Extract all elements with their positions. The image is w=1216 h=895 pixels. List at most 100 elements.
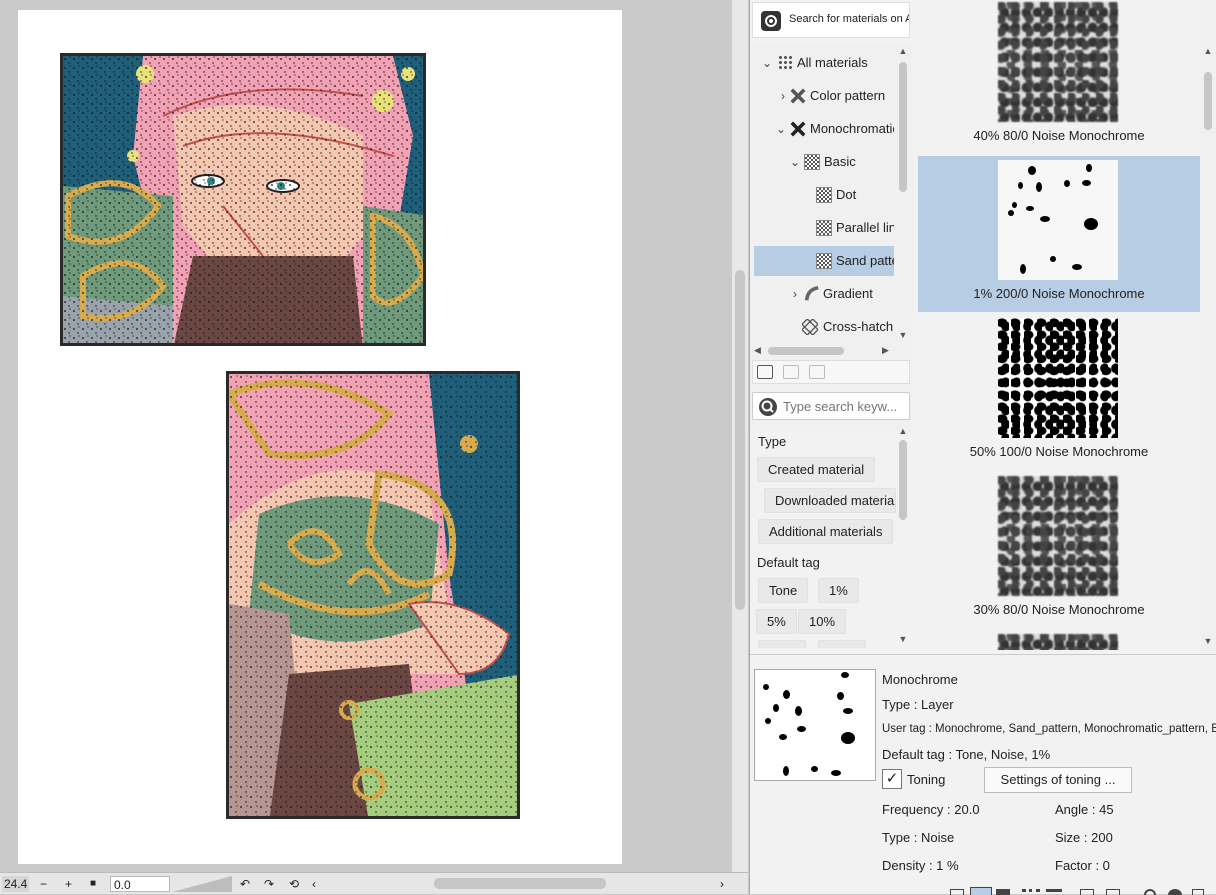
delete-folder-icon[interactable]	[783, 365, 799, 379]
scroll-left-icon[interactable]: ◀	[754, 345, 761, 356]
tag-10-percent[interactable]: 10%	[798, 609, 847, 634]
material-thumbnail	[998, 476, 1118, 596]
basic-icon	[804, 154, 820, 170]
material-list-scroll-thumb[interactable]	[1204, 72, 1212, 130]
toning-checkbox[interactable]: ✓	[882, 769, 902, 789]
tree-item-color-pattern[interactable]: › Color pattern	[754, 81, 894, 111]
scroll-right-icon[interactable]: ▶	[882, 345, 889, 356]
material-item[interactable]: 40% 80/0 Noise Monochrome	[918, 0, 1200, 154]
material-thumbnail	[998, 2, 1118, 122]
tag-15-percent[interactable]: 15%	[758, 640, 807, 648]
new-folder-icon[interactable]	[757, 365, 773, 379]
chevron-right-icon[interactable]: ›	[776, 81, 790, 111]
tag-1-percent[interactable]: 1%	[818, 578, 859, 603]
canvas-status-bar: 24.4 − + ■ 0.0 ↶ ↷ ⟲ ‹ ›	[0, 872, 748, 894]
tag-20-percent[interactable]: 20%	[818, 640, 867, 648]
canvas-vertical-scrollbar[interactable]	[732, 0, 748, 872]
zoom-out-button[interactable]: −	[40, 876, 47, 892]
scroll-up-icon[interactable]: ▲	[896, 426, 910, 436]
favorite-heart-icon[interactable]	[1168, 889, 1182, 895]
material-list-scrollbar[interactable]: ▲ ▼	[1200, 0, 1216, 650]
fit-screen-button[interactable]: ■	[90, 876, 96, 892]
tree-item-all-materials[interactable]: ⌄ All materials	[754, 48, 894, 78]
type-heading: Type	[758, 434, 787, 449]
reset-rotation-button[interactable]: ⟲	[289, 876, 299, 892]
rotate-left-button[interactable]: ↶	[240, 876, 250, 892]
material-item[interactable]: 30% 80/0 Noise Monochrome	[918, 472, 1200, 628]
view-detail-icon[interactable]	[1046, 889, 1062, 895]
tree-item-monochromatic-pattern[interactable]: ⌄ Monochromatic pattern	[754, 114, 894, 144]
rotation-slider[interactable]	[172, 876, 232, 892]
assets-search-button[interactable]: Search for materials on AS	[752, 2, 910, 38]
edit-folder-icon[interactable]	[809, 365, 825, 379]
tree-item-sand-pattern[interactable]: Sand pattern	[754, 246, 894, 276]
tree-horizontal-scrollbar[interactable]: ◀ ▶	[752, 344, 896, 358]
illustration-top-art	[63, 56, 423, 343]
scroll-down-icon[interactable]: ▼	[896, 634, 910, 644]
tag-5-percent[interactable]: 5%	[756, 609, 797, 634]
chat-icon[interactable]	[1106, 889, 1120, 895]
parallel-line-icon	[816, 220, 832, 236]
rotate-right-button[interactable]: ↷	[264, 876, 274, 892]
chevron-down-icon[interactable]: ⌄	[760, 48, 774, 78]
scroll-down-icon[interactable]: ▼	[896, 330, 910, 340]
rotation-value[interactable]: 0.0	[110, 876, 170, 892]
paste-icon[interactable]	[1080, 889, 1094, 895]
detail-default-tag: Default tag : Tone, Noise, 1%	[882, 747, 1051, 762]
chevron-right-icon[interactable]: ›	[788, 279, 802, 309]
material-detail-panel: Monochrome Type : Layer User tag : Monoc…	[750, 654, 1216, 895]
detail-factor: Factor : 0	[1055, 858, 1110, 873]
settings-gear-icon[interactable]	[1144, 889, 1156, 895]
assets-logo-icon	[761, 11, 781, 31]
scroll-up-icon[interactable]: ▲	[1200, 46, 1216, 56]
detail-tone-type: Type : Noise	[882, 830, 955, 845]
horizontal-scroll-thumb[interactable]	[434, 878, 606, 889]
canvas-paper[interactable]	[18, 10, 622, 864]
all-materials-icon	[778, 55, 794, 71]
zoom-in-button[interactable]: +	[65, 876, 72, 892]
tree-item-parallel-line[interactable]: Parallel line	[754, 213, 894, 243]
tree-vertical-scrollbar[interactable]: ▲ ▼	[896, 44, 910, 344]
material-item[interactable]	[918, 630, 1200, 650]
zoom-value[interactable]: 24.4	[2, 876, 30, 892]
search-input[interactable]	[783, 397, 907, 415]
tree-item-label: Dot	[836, 187, 857, 202]
assets-search-label: Search for materials on AS	[789, 13, 909, 25]
tree-item-basic[interactable]: ⌄ Basic	[754, 147, 894, 177]
view-medium-icon[interactable]	[996, 889, 1010, 895]
material-label: 50% 100/0 Noise Monochrome	[969, 444, 1149, 459]
settings-of-toning-button[interactable]: Settings of toning ...	[984, 767, 1132, 793]
tree-scroll-thumb[interactable]	[899, 62, 907, 192]
horizontal-scroll-left[interactable]: ‹	[312, 876, 316, 892]
canvas-area[interactable]: 24.4 − + ■ 0.0 ↶ ↷ ⟲ ‹ ›	[0, 0, 748, 894]
chevron-down-icon[interactable]: ⌄	[774, 114, 788, 144]
material-item[interactable]: 50% 100/0 Noise Monochrome	[918, 314, 1200, 470]
scroll-down-icon[interactable]: ▼	[1200, 636, 1216, 646]
material-item-selected[interactable]: 1% 200/0 Noise Monochrome	[918, 156, 1200, 312]
tag-tone[interactable]: Tone	[758, 578, 809, 603]
filter-scroll-thumb[interactable]	[899, 440, 907, 520]
tree-item-dot[interactable]: Dot	[754, 180, 894, 210]
delete-trash-icon[interactable]	[1192, 889, 1204, 895]
scroll-up-icon[interactable]: ▲	[896, 46, 910, 56]
horizontal-scroll-right[interactable]: ›	[720, 876, 724, 892]
filter-vertical-scrollbar[interactable]: ▲ ▼	[896, 424, 910, 646]
keyword-search-box[interactable]	[752, 392, 910, 420]
tree-item-cross-hatching[interactable]: Cross-hatching	[754, 312, 894, 342]
tree-hscroll-thumb[interactable]	[768, 347, 844, 355]
canvas-vertical-scroll-thumb[interactable]	[735, 270, 745, 610]
toning-label: Toning	[907, 772, 946, 787]
sand-pattern-icon	[816, 253, 832, 269]
detail-size: Size : 200	[1055, 830, 1113, 845]
tree-item-label: Cross-hatching	[823, 319, 894, 334]
filter-created-material[interactable]: Created material	[757, 457, 876, 482]
detail-type: Type : Layer	[882, 697, 954, 712]
filter-downloaded-material[interactable]: Downloaded material	[764, 488, 896, 513]
tree-item-gradient[interactable]: › Gradient	[754, 279, 894, 309]
filter-additional-materials[interactable]: Additional materials	[758, 519, 894, 544]
view-list-icon[interactable]	[950, 889, 964, 895]
material-panel: Search for materials on AS ⌄ All materia…	[749, 0, 1216, 895]
detail-frequency: Frequency : 20.0	[882, 802, 980, 817]
view-large-icon[interactable]	[1022, 889, 1040, 895]
chevron-down-icon[interactable]: ⌄	[788, 147, 802, 177]
